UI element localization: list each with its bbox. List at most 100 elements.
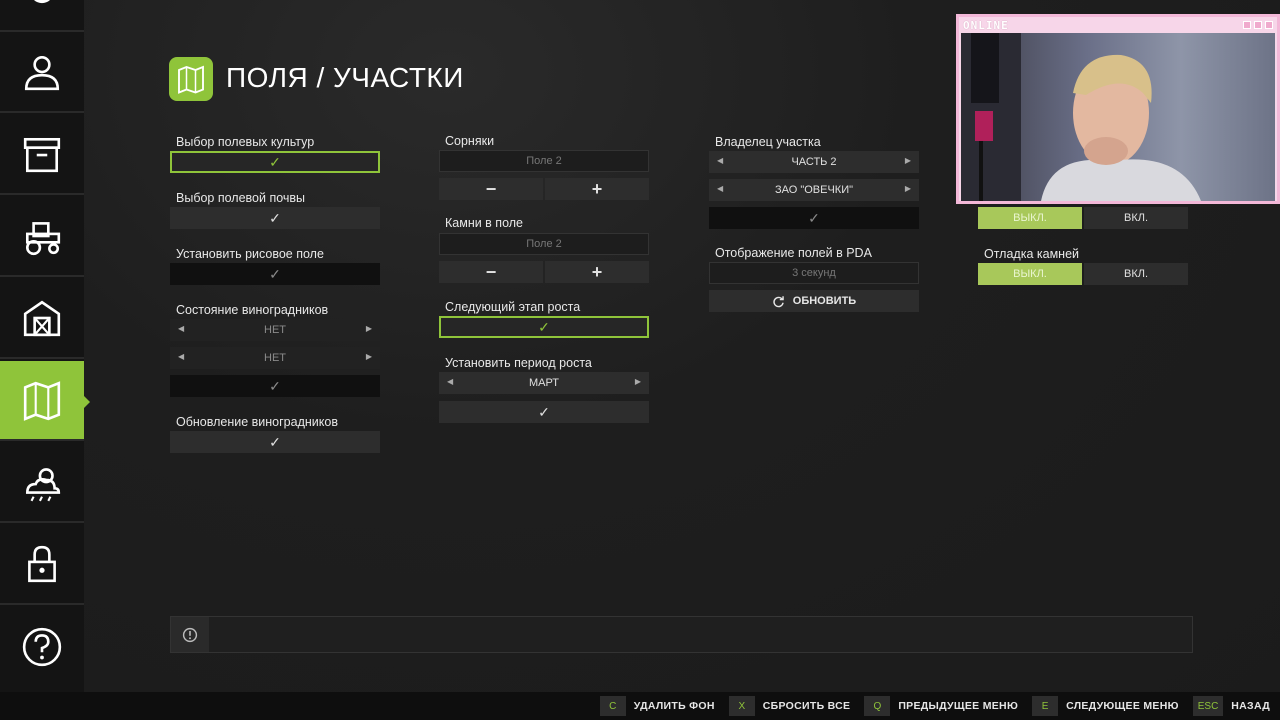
arrow-right-icon[interactable]: ▶ — [905, 184, 911, 193]
arrow-right-icon[interactable]: ▶ — [905, 156, 911, 165]
sidebar-item-help[interactable] — [0, 607, 84, 687]
map-icon — [178, 65, 204, 94]
gear-icon[interactable] — [0, 0, 84, 32]
window-controls — [1240, 16, 1273, 34]
plus-icon: + — [591, 261, 603, 282]
webcam-titlebar: ONLINE — [959, 17, 1277, 33]
owner-farm-value: ЗАО "ОВЕЧКИ" — [774, 184, 854, 196]
vineyard-selector-2[interactable]: ◀ НЕТ ▶ — [170, 347, 380, 369]
sidebar-item-vehicles[interactable] — [0, 197, 84, 277]
hint-next-menu[interactable]: E СЛЕДУЮЩЕЕ МЕНЮ — [1032, 696, 1179, 716]
rice-toggle[interactable]: ✓ — [170, 263, 380, 285]
arrow-right-icon[interactable]: ▶ — [366, 324, 372, 333]
lock-icon — [28, 545, 56, 583]
plus-icon: + — [591, 178, 603, 199]
vineyard-update-button[interactable]: ✓ — [170, 431, 380, 453]
pda-label: Отображение полей в PDA — [715, 246, 872, 260]
owner-apply-button[interactable]: ✓ — [709, 207, 919, 229]
refresh-label: ОБНОВИТЬ — [792, 295, 857, 307]
box-icon — [23, 137, 61, 173]
stones-debug-off-button[interactable]: ВЫКЛ. — [978, 263, 1082, 285]
stones-debug-on-button[interactable]: ВКЛ. — [1084, 263, 1188, 285]
bottom-hint-bar: C УДАЛИТЬ ФОН X СБРОСИТЬ ВСЕ Q ПРЕДЫДУЩЕ… — [0, 692, 1280, 720]
arrow-left-icon[interactable]: ◀ — [717, 156, 723, 165]
minus-icon: − — [485, 261, 497, 282]
check-icon: ✓ — [269, 209, 281, 226]
sidebar-item-security[interactable] — [0, 525, 84, 605]
soil-toggle[interactable]: ✓ — [170, 207, 380, 229]
page-title: ПОЛЯ / УЧАСТКИ — [226, 62, 464, 93]
crops-label: Выбор полевых культур — [176, 135, 315, 149]
next-growth-label: Следующий этап роста — [445, 300, 581, 314]
growth-period-apply-button[interactable]: ✓ — [439, 401, 649, 423]
sidebar-item-storage[interactable] — [0, 115, 84, 195]
hint-prev-menu[interactable]: Q ПРЕДЫДУЩЕЕ МЕНЮ — [864, 696, 1018, 716]
rice-label: Установить рисовое поле — [176, 247, 324, 261]
info-icon — [171, 617, 209, 652]
weeds-plus-button[interactable]: + — [545, 178, 649, 200]
stones-field-input[interactable]: Поле 2 — [439, 233, 649, 255]
stones-debug-label: Отладка камней — [984, 247, 1080, 261]
webcam-title: ONLINE — [963, 18, 1009, 32]
sidebar-item-weather[interactable] — [0, 443, 84, 523]
check-icon: ✓ — [269, 265, 281, 282]
stones-plus-button[interactable]: + — [545, 261, 649, 283]
check-icon: ✓ — [269, 433, 281, 450]
weeds-minus-button[interactable]: − — [439, 178, 543, 200]
vineyard-selector-1[interactable]: ◀ НЕТ ▶ — [170, 319, 380, 341]
owner-label: Владелец участка — [715, 135, 821, 149]
hint-label: СЛЕДУЮЩЕЕ МЕНЮ — [1066, 700, 1179, 712]
message-bar — [170, 616, 1193, 653]
owner-farm-selector[interactable]: ◀ ЗАО "ОВЕЧКИ" ▶ — [709, 179, 919, 201]
minus-icon: − — [485, 178, 497, 199]
weeds-field-input[interactable]: Поле 2 — [439, 150, 649, 172]
weather-icon — [25, 468, 61, 502]
toggle1-on-button[interactable]: ВКЛ. — [1084, 207, 1188, 229]
key-esc: ESC — [1192, 696, 1224, 716]
next-growth-button[interactable]: ✓ — [439, 316, 649, 338]
stones-minus-button[interactable]: − — [439, 261, 543, 283]
toggle1-off-button[interactable]: ВЫКЛ. — [978, 207, 1082, 229]
pda-interval-input[interactable]: 3 секунд — [709, 262, 919, 284]
arrow-right-icon[interactable]: ▶ — [635, 377, 641, 386]
arrow-left-icon[interactable]: ◀ — [447, 377, 453, 386]
sidebar-item-fields[interactable] — [0, 361, 90, 441]
arrow-left-icon[interactable]: ◀ — [178, 324, 184, 333]
weeds-label: Сорняки — [445, 134, 495, 148]
owner-part-selector[interactable]: ◀ ЧАСТЬ 2 ▶ — [709, 151, 919, 173]
vineyard-selector-2-value: НЕТ — [264, 352, 286, 364]
hint-back[interactable]: ESC НАЗАД — [1192, 696, 1270, 716]
hint-label: СБРОСИТЬ ВСЕ — [762, 700, 851, 712]
hint-label: УДАЛИТЬ ФОН — [633, 700, 715, 712]
sidebar-item-profile[interactable] — [0, 33, 84, 113]
hint-reset-all[interactable]: X СБРОСИТЬ ВСЕ — [728, 696, 851, 716]
sidebar — [0, 0, 90, 692]
key-q: Q — [864, 696, 891, 716]
growth-period-selector[interactable]: ◀ МАРТ ▶ — [439, 372, 649, 394]
key-e: E — [1032, 696, 1059, 716]
webcam-image — [961, 33, 1201, 201]
vineyard-state-label: Состояние виноградников — [176, 303, 329, 317]
stones-label: Камни в поле — [445, 216, 523, 230]
check-icon: ✓ — [538, 403, 550, 420]
vineyard-apply-button[interactable]: ✓ — [170, 375, 380, 397]
check-icon: ✓ — [269, 377, 281, 394]
sidebar-item-buildings[interactable] — [0, 279, 84, 359]
vineyard-update-label: Обновление виноградников — [176, 415, 338, 429]
check-icon: ✓ — [538, 318, 550, 335]
page-icon — [169, 57, 213, 101]
user-icon — [24, 55, 60, 91]
arrow-right-icon[interactable]: ▶ — [366, 352, 372, 361]
arrow-left-icon[interactable]: ◀ — [178, 352, 184, 361]
gear-icon — [33, 0, 51, 4]
arrow-left-icon[interactable]: ◀ — [717, 184, 723, 193]
growth-period-value: МАРТ — [528, 377, 560, 389]
webcam-overlay: ONLINE — [956, 14, 1280, 204]
refresh-icon — [773, 295, 784, 307]
crops-toggle[interactable]: ✓ — [170, 151, 380, 173]
barn-icon — [23, 300, 61, 337]
refresh-button[interactable]: ОБНОВИТЬ — [709, 290, 919, 312]
map-icon — [23, 381, 61, 421]
hint-remove-bg[interactable]: C УДАЛИТЬ ФОН — [599, 696, 715, 716]
key-c: C — [599, 696, 626, 716]
